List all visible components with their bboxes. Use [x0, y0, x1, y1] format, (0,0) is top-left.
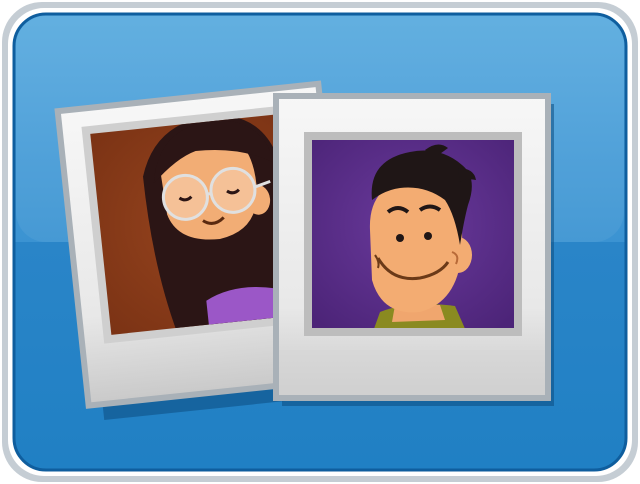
boy-portrait-photo — [273, 93, 554, 406]
photo-app-icon — [0, 0, 640, 484]
photo-album-icon — [2, 2, 638, 482]
